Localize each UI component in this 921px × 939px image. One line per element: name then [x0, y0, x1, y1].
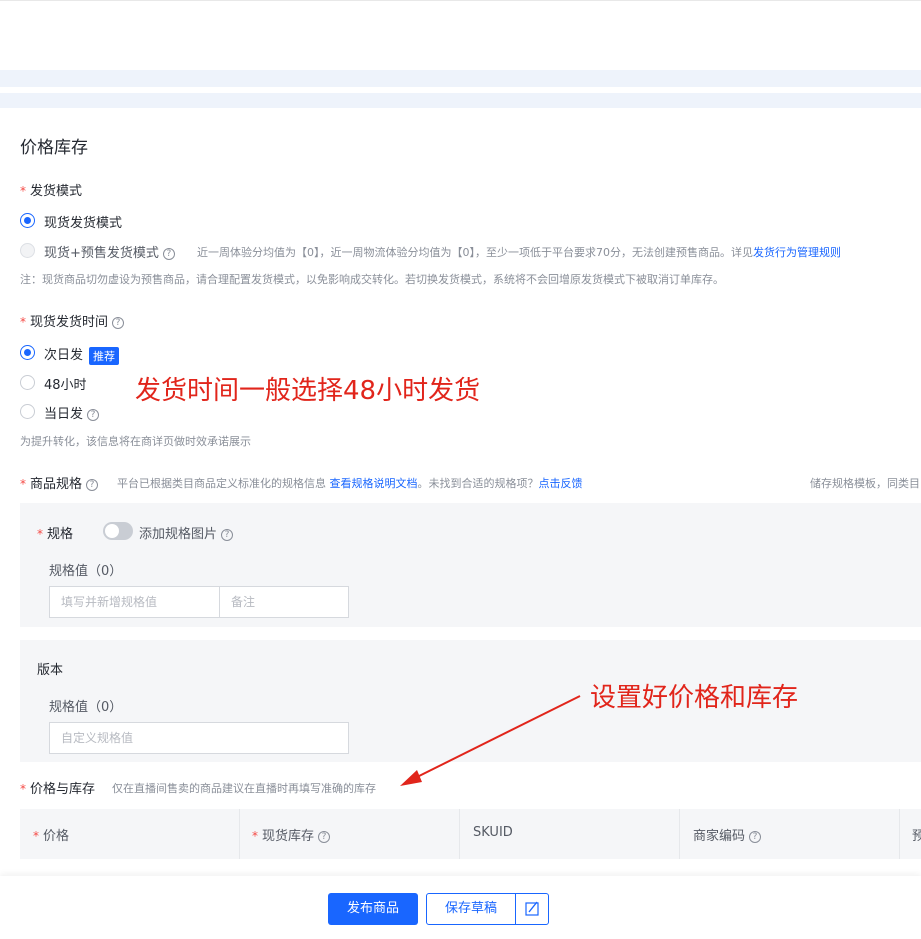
price-table-header: * 价格 * 现货库存? SKUID 商家编码? 预 [20, 809, 921, 859]
help-icon[interactable]: ? [87, 408, 100, 421]
help-icon[interactable]: ? [162, 247, 175, 260]
th-merchant-code-text: 商家编码 [693, 829, 746, 844]
help-icon[interactable]: ? [112, 316, 125, 329]
help-icon[interactable]: ? [86, 478, 99, 491]
next-day-text: 次日发 [44, 348, 84, 363]
version-values-label: 规格值（0） [49, 700, 123, 715]
help-icon[interactable]: ? [221, 528, 234, 541]
spec-hint: 平台已根据类目商品定义标准化的规格信息 查看规格说明文档。未找到合适的规格项？点… [117, 475, 583, 491]
required-mark: * [33, 829, 39, 843]
annotation-price-stock: 设置好价格和库存 [590, 683, 799, 713]
spec-image-toggle[interactable] [103, 522, 133, 540]
column-divider [679, 809, 680, 859]
spec-name-label: * 规格 [37, 523, 73, 542]
price-stock-label: * 价格与库存 [20, 778, 95, 797]
radio-presale-mode[interactable] [20, 243, 35, 258]
edit-icon [525, 901, 539, 916]
radio-next-day[interactable] [20, 345, 35, 360]
shipping-mode-label-text: 发货模式 [30, 184, 83, 199]
version-value-input[interactable]: 自定义规格值 [49, 722, 349, 754]
spec-value-input[interactable]: 填写并新增规格值 [49, 586, 220, 618]
radio-48h[interactable] [20, 375, 35, 390]
spec-hint-text-2: 。未找到合适的规格项？ [417, 477, 539, 490]
column-divider [239, 809, 240, 859]
top-blank-area [0, 0, 921, 70]
publish-button[interactable]: 发布商品 [328, 893, 418, 925]
th-stock: * 现货库存? [252, 825, 331, 844]
spec-note-input[interactable]: 备注 [219, 586, 349, 618]
presale-hint: 近一周体验分均值为【0】，近一周物流体验分均值为【0】，至少一项低于平台要求70… [197, 244, 841, 260]
recommend-badge: 推荐 [89, 346, 120, 365]
spec-hint-text: 平台已根据类目商品定义标准化的规格信息 [117, 477, 326, 490]
rules-link[interactable]: 发货行为管理规则 [753, 246, 841, 259]
spec-image-text: 添加规格图片 [139, 527, 218, 542]
save-draft-button[interactable]: 保存草稿 [426, 893, 516, 925]
shipping-mode-note: 注：现货商品切勿虚设为预售商品，请合理配置发货模式，以免影响成交转化。若切换发货… [20, 273, 724, 286]
spec-name-text: 规格 [47, 527, 74, 542]
th-price: * 价格 [33, 825, 69, 844]
section-divider [0, 93, 921, 108]
radio-same-day-label[interactable]: 当日发? [44, 403, 100, 422]
radio-next-day-label[interactable]: 次日发 推荐 [44, 344, 120, 365]
presale-mode-text: 现货+预售发货模式 [44, 246, 159, 261]
radio-spot-mode[interactable] [20, 213, 35, 228]
spec-image-label: 添加规格图片? [139, 523, 234, 542]
radio-48h-label[interactable]: 48小时 [44, 374, 87, 393]
ship-time-label-text: 现货发货时间 [30, 315, 109, 330]
radio-presale-mode-label[interactable]: 现货+预售发货模式? [44, 242, 175, 261]
column-divider [899, 809, 900, 859]
radio-same-day[interactable] [20, 404, 35, 419]
ship-time-label: * 现货发货时间? [20, 311, 125, 330]
th-skuid: SKUID [473, 825, 513, 840]
required-mark: * [252, 829, 258, 843]
required-mark: * [20, 782, 26, 796]
help-icon[interactable]: ? [749, 830, 762, 843]
required-mark: * [20, 315, 26, 329]
same-day-text: 当日发 [44, 407, 84, 422]
edit-draft-button[interactable] [515, 893, 549, 925]
price-stock-label-text: 价格与库存 [30, 782, 96, 797]
spec-label: * 商品规格? [20, 473, 99, 492]
th-merchant-code: 商家编码? [693, 825, 762, 844]
help-icon[interactable]: ? [318, 830, 331, 843]
spec-doc-link[interactable]: 查看规格说明文档 [330, 477, 418, 490]
presale-hint-text: 近一周体验分均值为【0】，近一周物流体验分均值为【0】，至少一项低于平台要求70… [197, 246, 753, 259]
required-mark: * [20, 184, 26, 198]
section-divider [0, 70, 921, 87]
price-stock-hint: 仅在直播间售卖的商品建议在直播时再填写准确的库存 [112, 782, 376, 795]
th-stock-text: 现货库存 [262, 829, 315, 844]
annotation-ship-time: 发货时间一般选择48小时发货 [135, 376, 481, 406]
column-divider [459, 809, 460, 859]
th-presale: 预 [912, 829, 921, 844]
section-title: 价格库存 [20, 138, 88, 158]
annotation-arrow-icon [400, 695, 581, 786]
shipping-mode-label: * 发货模式 [20, 180, 82, 199]
version-label: 版本 [37, 663, 64, 678]
spec-template-text[interactable]: 储存规格模板，同类目 [810, 475, 920, 491]
spec-label-text: 商品规格 [30, 477, 83, 492]
spec-values-label: 规格值（0） [49, 564, 123, 579]
ship-time-note: 为提升转化，该信息将在商详页做时效承诺展示 [20, 435, 251, 448]
radio-spot-mode-label[interactable]: 现货发货模式 [44, 212, 122, 231]
feedback-link[interactable]: 点击反馈 [539, 477, 583, 490]
required-mark: * [37, 527, 43, 541]
required-mark: * [20, 477, 26, 491]
th-price-text: 价格 [43, 829, 70, 844]
